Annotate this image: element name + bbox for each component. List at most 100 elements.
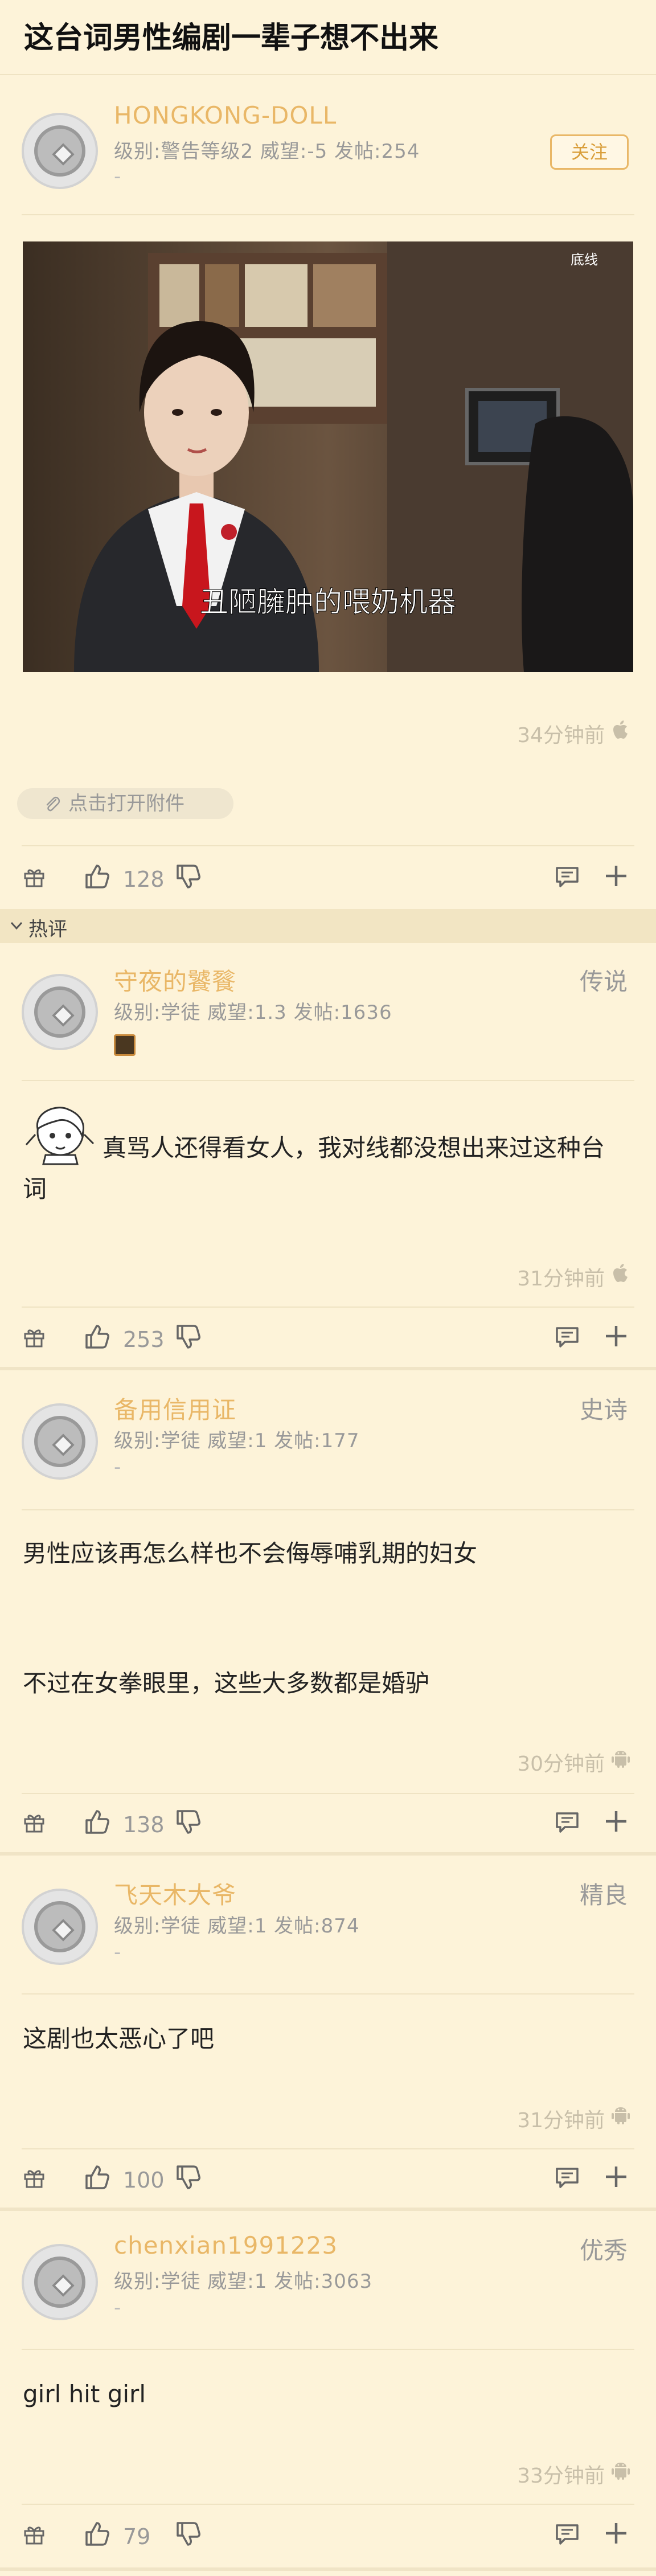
avatar[interactable] (22, 2244, 98, 2320)
medal-icon (114, 1034, 136, 1056)
dislike-icon[interactable] (174, 1808, 203, 1836)
username[interactable]: HONGKONG-DOLL (114, 101, 337, 129)
android-icon (610, 1748, 631, 1769)
chevron-down-icon (10, 922, 23, 930)
plus-icon[interactable] (604, 2521, 629, 2546)
paperclip-icon (46, 796, 60, 812)
gift-icon[interactable] (23, 2167, 46, 2189)
follow-button[interactable]: 关注 (550, 134, 629, 170)
gift-icon[interactable] (23, 2523, 46, 2546)
username[interactable]: chenxian1991223 (114, 2231, 338, 2259)
avatar[interactable] (22, 113, 98, 189)
user-meta: 级别:警告等级2 威望:-5 发帖:254 (114, 140, 420, 163)
avatar[interactable] (22, 1403, 98, 1480)
divider (22, 214, 634, 215)
comment-action-bar: 253 (0, 1314, 656, 1360)
like-icon[interactable] (83, 2520, 112, 2548)
divider (22, 1793, 634, 1794)
section-divider (0, 2567, 656, 2571)
divider (22, 2148, 634, 2149)
like-count: 100 (123, 2168, 165, 2193)
gift-icon[interactable] (23, 866, 46, 888)
section-divider (0, 1367, 656, 1370)
hot-comments-header[interactable]: 热评 (0, 909, 656, 943)
user-signature: - (114, 1941, 121, 1964)
gift-icon[interactable] (23, 1326, 46, 1349)
user-signature: - (114, 1456, 121, 1479)
username[interactable]: 飞天木大爷 (114, 1876, 236, 1911)
dislike-icon[interactable] (174, 1322, 203, 1351)
video-subtitle: 丑陋臃肿的喂奶机器 (200, 585, 456, 619)
like-icon[interactable] (83, 1808, 112, 1836)
avatar[interactable] (22, 974, 98, 1050)
dislike-icon[interactable] (174, 862, 203, 891)
page-title: 这台词男性编剧一辈子想不出来 (24, 21, 439, 55)
comment-action-bar: 138 (0, 1800, 656, 1845)
comment-text-line: 男性应该再怎么样也不会侮辱哺乳期的妇女 (23, 1539, 478, 1567)
hot-comments-label: 热评 (28, 918, 67, 941)
comment-time: 33分钟前 (517, 2464, 605, 2488)
comment-text: 这剧也太恶心了吧 (23, 2025, 215, 2053)
user-rank: 史诗 (579, 1396, 628, 1424)
avatar[interactable] (22, 1889, 98, 1965)
like-count: 128 (123, 867, 165, 892)
dislike-icon[interactable] (174, 2163, 203, 2192)
comment-time: 31分钟前 (517, 2109, 605, 2132)
divider (22, 2349, 634, 2350)
apple-icon (610, 1263, 631, 1284)
comment-text: girl hit girl (23, 2380, 146, 2408)
android-icon (610, 2460, 631, 2481)
comment-icon[interactable] (555, 1325, 580, 1350)
like-icon[interactable] (83, 1322, 112, 1351)
comment-text: 真骂人还得看女人，我对线都没想出来过这种台词 (23, 1134, 605, 1203)
dislike-icon[interactable] (174, 2520, 203, 2548)
title-bar: 这台词男性编剧一辈子想不出来 (0, 0, 656, 75)
video-player[interactable]: 底线 丑陋臃肿的喂奶机器 (23, 241, 633, 672)
divider (22, 1509, 634, 1510)
plus-icon[interactable] (604, 2164, 629, 2189)
comment-time: 30分钟前 (517, 1752, 605, 1776)
divider (22, 1993, 634, 1995)
user-signature: - (114, 2296, 121, 2319)
user-rank: 精良 (579, 1881, 628, 1909)
user-signature: - (114, 165, 121, 188)
like-count: 253 (123, 1327, 165, 1352)
user-meta: 级别:学徒 威望:1 发帖:3063 (114, 2270, 373, 2293)
plus-icon[interactable] (604, 863, 629, 888)
comment-time: 31分钟前 (517, 1267, 605, 1291)
like-count: 79 (123, 2524, 151, 2549)
user-meta: 级别:学徒 威望:1 发帖:874 (114, 1915, 360, 1938)
attachment-label: 点击打开附件 (68, 792, 184, 815)
comment-icon[interactable] (555, 865, 580, 890)
comment-action-bar: 79 (0, 2512, 656, 2557)
divider (22, 845, 634, 846)
user-rank: 传说 (579, 968, 628, 996)
apple-icon (610, 720, 631, 740)
user-meta: 级别:学徒 威望:1.3 发帖:1636 (114, 1001, 392, 1024)
section-divider (0, 1852, 656, 1856)
username[interactable]: 备用信用证 (114, 1391, 236, 1426)
like-count: 138 (123, 1812, 165, 1837)
comment-text-line: 不过在女拳眼里，这些大多数都是婚驴 (23, 1669, 430, 1697)
post-action-bar: 128 (0, 854, 656, 900)
divider (22, 1307, 634, 1308)
plus-icon[interactable] (604, 1809, 629, 1834)
user-meta: 级别:学徒 威望:1 发帖:177 (114, 1430, 360, 1452)
plus-icon[interactable] (604, 1324, 629, 1349)
username[interactable]: 守夜的饕餮 (114, 963, 236, 997)
attachment-button[interactable]: 点击打开附件 (17, 788, 233, 819)
divider (22, 1080, 634, 1081)
comment-action-bar: 100 (0, 2155, 656, 2201)
post-time: 34分钟前 (517, 724, 605, 747)
android-icon (610, 2105, 631, 2125)
video-frame-image: 底线 丑陋臃肿的喂奶机器 (23, 241, 633, 672)
comment-icon[interactable] (555, 1810, 580, 1835)
like-icon[interactable] (83, 862, 112, 891)
section-divider (0, 2208, 656, 2211)
comment-icon[interactable] (555, 2522, 580, 2547)
comment-icon[interactable] (555, 2165, 580, 2190)
like-icon[interactable] (83, 2163, 112, 2192)
gift-icon[interactable] (23, 1811, 46, 1834)
video-watermark: 底线 (571, 252, 598, 268)
user-rank: 优秀 (579, 2237, 628, 2264)
